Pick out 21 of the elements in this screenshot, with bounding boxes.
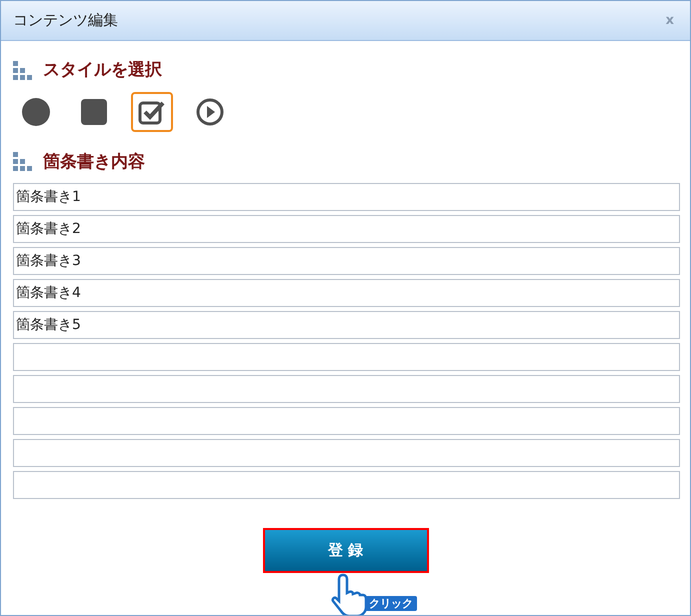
register-button[interactable]: 登 録 [262,528,428,573]
input-field[interactable] [13,439,680,467]
input-field[interactable] [13,375,680,403]
input-field[interactable]: 箇条書き2 [13,215,680,243]
play-icon [195,96,225,126]
heading-icon [13,152,35,172]
input-field[interactable]: 箇条書き3 [13,247,680,275]
input-field[interactable] [13,407,680,435]
section-heading: 箇条書き内容 [43,150,145,174]
input-field[interactable] [13,471,680,499]
square-icon [79,96,109,126]
circle-icon [21,96,51,126]
section-heading: スタイルを選択 [43,59,162,82]
style-option[interactable] [131,92,173,132]
heading-icon [13,60,35,81]
click-callout: クリック [365,596,417,611]
input-field[interactable]: 箇条書き1 [13,183,680,211]
input-field[interactable]: 箇条書き5 [13,311,680,339]
window-title: コンテンツ編集 [13,10,118,32]
input-field[interactable]: 箇条書き4 [13,279,680,307]
input-field[interactable] [13,343,680,371]
